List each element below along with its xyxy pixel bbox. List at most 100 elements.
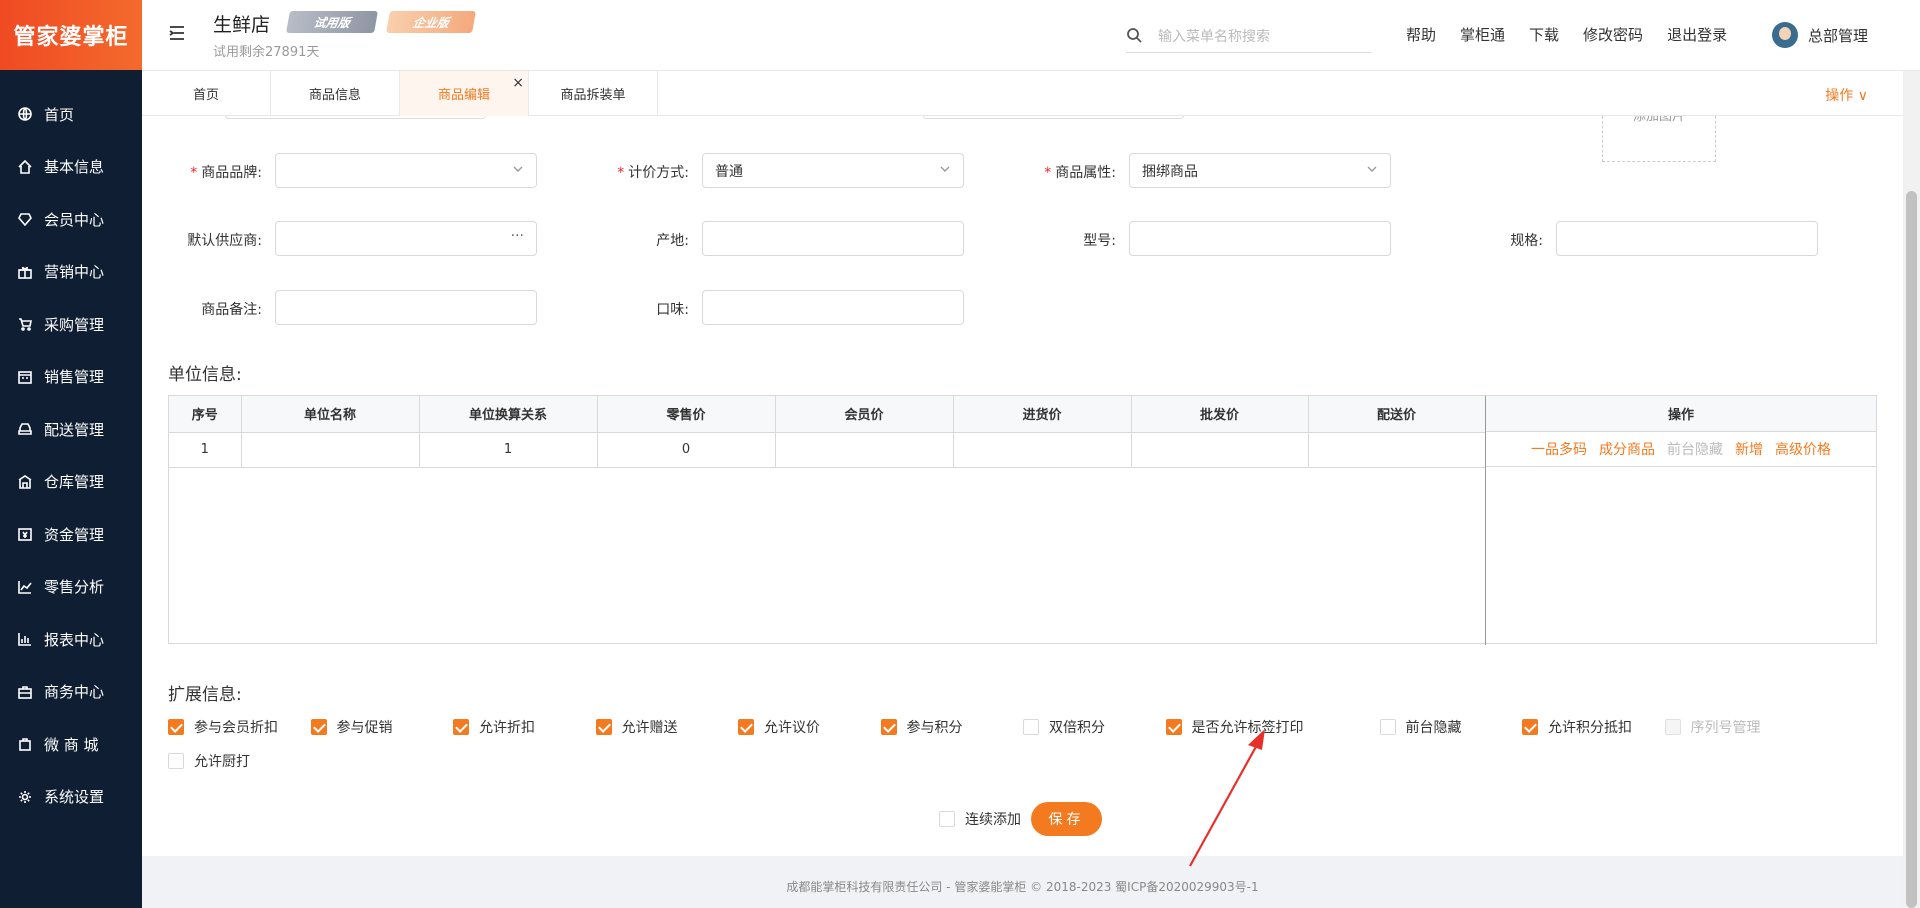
scrolled-field[interactable] [225,116,486,119]
search-input[interactable] [1158,23,1372,51]
checkbox-box[interactable] [168,719,184,735]
pricing-select[interactable]: 普通 [702,153,964,188]
checkbox-front-hide[interactable]: 前台隐藏 [1379,717,1523,737]
sidebar-item-home[interactable]: 首页 [0,88,142,141]
table-cell[interactable]: 1 [419,432,598,468]
table-cell[interactable] [1308,432,1486,468]
more-icon[interactable]: ··· [511,228,524,244]
scrollbar[interactable] [1903,71,1920,908]
remark-field[interactable] [275,290,537,325]
checkbox-label: 允许折扣 [479,720,535,736]
model-label: 型号: [1083,233,1116,249]
table-row: 1 1 0 [169,432,1486,468]
enterprise-badge: 企业版 [386,11,476,33]
download-link[interactable]: 下载 [1529,24,1559,45]
flavor-label: 口味: [656,302,689,318]
sidebar-item-purchase[interactable]: 采购管理 [0,298,142,351]
model-field[interactable] [1129,221,1391,256]
sidebar-item-basic-info[interactable]: 基本信息 [0,141,142,194]
attribute-select[interactable]: 捆绑商品 [1129,153,1391,188]
checkbox-label-print[interactable]: 是否允许标签打印 [1165,717,1380,737]
advanced-price-link[interactable]: 高级价格 [1775,439,1831,459]
sidebar-item-finance[interactable]: 资金管理 [0,508,142,561]
tab-home[interactable]: 首页 [142,71,271,116]
checkbox-member-discount[interactable]: 参与会员折扣 [168,717,311,737]
checkbox-box[interactable] [1023,719,1039,735]
spec-label: 规格: [1510,233,1543,249]
help-link[interactable]: 帮助 [1406,24,1436,45]
chart-icon [18,580,32,594]
checkbox-points-deduction[interactable]: 允许积分抵扣 [1522,717,1665,737]
sidebar-item-label: 营销中心 [44,263,105,282]
checkbox-box[interactable] [168,753,184,769]
checkbox-points[interactable]: 参与积分 [880,717,1024,737]
checkbox-box[interactable] [595,719,612,735]
extension-options-row-2: 允许厨打 [168,751,311,771]
user-menu[interactable]: 总部管理 [1772,22,1868,48]
change-password-link[interactable]: 修改密码 [1583,24,1643,45]
scrollbar-thumb[interactable] [1906,191,1917,908]
tab-product-assembly[interactable]: 商品拆装单 [529,71,658,116]
brand-logo[interactable]: 管家婆掌柜 [0,0,142,70]
logout-link[interactable]: 退出登录 [1667,24,1727,45]
sidebar-item-marketing[interactable]: 营销中心 [0,246,142,299]
checkbox-box[interactable] [939,811,955,827]
checkbox-promotion[interactable]: 参与促销 [310,717,454,737]
sidebar-item-member[interactable]: 会员中心 [0,193,142,246]
close-icon[interactable]: × [512,75,524,91]
table-cell[interactable] [241,432,420,468]
sidebar-item-reports[interactable]: 报表中心 [0,613,142,666]
checkbox-allow-gift[interactable]: 允许赠送 [595,717,739,737]
sidebar-item-retail-analysis[interactable]: 零售分析 [0,561,142,614]
checkbox-box[interactable] [880,719,897,735]
supplier-field[interactable]: ··· [275,221,537,256]
checkbox-double-points[interactable]: 双倍积分 [1023,717,1166,737]
checkbox-box[interactable] [1379,719,1396,735]
menu-toggle-icon[interactable] [168,24,186,42]
chevron-down-icon [1366,163,1378,175]
flavor-field[interactable] [702,290,964,325]
spec-field[interactable] [1556,221,1818,256]
checkbox-box[interactable] [1165,719,1182,735]
add-unit-link[interactable]: 新增 [1735,439,1763,459]
save-button[interactable]: 保存 [1031,802,1102,836]
operations-dropdown[interactable]: 操作 ∨ [1825,85,1868,105]
home-icon [18,159,32,174]
sidebar-item-warehouse[interactable]: 仓库管理 [0,456,142,509]
sidebar-item-business[interactable]: 商务中心 [0,666,142,719]
add-image-box[interactable]: 添加图片 [1602,116,1716,162]
checkbox-box[interactable] [310,719,327,735]
checkbox-allow-bargain[interactable]: 允许议价 [738,717,881,737]
tab-product-info[interactable]: 商品信息 [271,71,400,116]
table-cell[interactable] [953,432,1132,468]
top-header: 生鲜店 试用版 企业版 试用剩余27891天 帮助 掌柜通 下载 修改密码 退出… [142,0,1920,71]
brand-select[interactable] [275,153,537,188]
sidebar-item-delivery[interactable]: 配送管理 [0,403,142,456]
table-cell[interactable]: 0 [597,432,776,468]
checkbox-kitchen-print[interactable]: 允许厨打 [168,751,311,771]
scrolled-field[interactable] [923,116,1184,119]
tab-product-edit[interactable]: 商品编辑 × [400,71,529,116]
table-cell[interactable] [775,432,954,468]
sidebar-item-micro-mall[interactable]: 微 商 城 [0,718,142,771]
trial-remaining: 试用剩余27891天 [213,45,320,60]
sidebar-item-settings[interactable]: 系统设置 [0,771,142,824]
column-header: 序号 [169,396,242,433]
table-cell[interactable] [1131,432,1309,468]
sidebar-item-label: 系统设置 [44,788,105,807]
multi-barcode-link[interactable]: 一品多码 [1531,439,1587,459]
checkbox-box[interactable] [453,719,469,735]
component-product-link[interactable]: 成分商品 [1599,439,1655,459]
sidebar-item-sales[interactable]: 销售管理 [0,351,142,404]
checkbox-box[interactable] [738,719,754,735]
checkbox-label: 允许厨打 [194,754,250,770]
checkbox-label: 双倍积分 [1049,720,1105,736]
user-name: 总部管理 [1808,26,1869,45]
checkbox-box[interactable] [1522,719,1538,735]
origin-field[interactable] [702,221,964,256]
zhangguitong-link[interactable]: 掌柜通 [1460,24,1505,45]
search-icon[interactable] [1126,27,1142,43]
checkbox-allow-discount[interactable]: 允许折扣 [453,717,596,737]
checkbox-continuous-add[interactable]: 连续添加 [939,809,1021,829]
briefcase-icon [18,685,32,699]
